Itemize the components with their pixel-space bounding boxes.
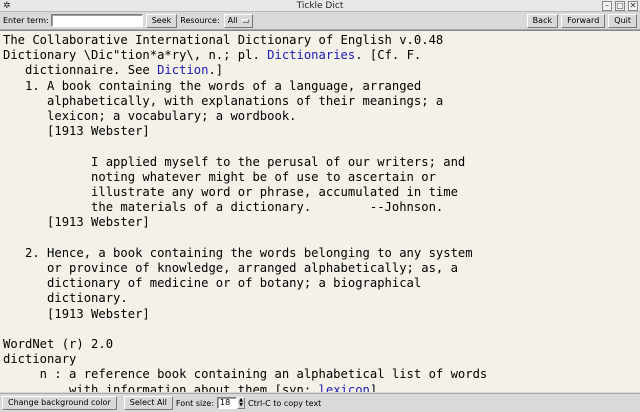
text-segment: Dictionary \Dic"tion*a*ry\, n.; pl.: [3, 48, 268, 63]
text-segment: 2. Hence, a book containing the words be…: [3, 245, 473, 260]
change-background-color-button[interactable]: Change background color: [2, 396, 117, 410]
dropdown-indicator-icon: [241, 18, 249, 23]
definition-text[interactable]: The Collaborative International Dictiona…: [0, 31, 640, 392]
font-size-spinbox[interactable]: 18 ▲ ▼: [217, 397, 246, 409]
font-size-label: Font size:: [175, 398, 215, 408]
text-line: or province of knowledge, arranged alpha…: [3, 261, 458, 275]
text-segment: The Collaborative International Dictiona…: [3, 33, 444, 47]
quit-button[interactable]: Quit: [608, 13, 637, 28]
cross-reference-link[interactable]: Diction: [157, 63, 208, 77]
text-segment: WordNet (r) 2.0: [3, 337, 114, 352]
text-segment: lexicon; a vocabulary; a wordbook.: [3, 109, 297, 124]
text-line: Dictionary \Dic"tion*a*ry\, n.; pl. Dict…: [3, 48, 421, 62]
resource-select[interactable]: All: [223, 13, 253, 28]
text-segment: or province of knowledge, arranged alpha…: [3, 261, 458, 276]
resource-label: Resource:: [180, 16, 220, 25]
definition-text-area[interactable]: The Collaborative International Dictiona…: [0, 30, 640, 392]
text-line: I applied myself to the perusal of our w…: [3, 155, 465, 169]
forward-button[interactable]: Forward: [561, 13, 606, 28]
window-menu-icon[interactable]: ✲: [3, 0, 11, 12]
text-line: dictionary.: [3, 291, 128, 305]
text-segment: with information about them [syn:: [3, 382, 319, 392]
text-line: WordNet (r) 2.0: [3, 337, 113, 351]
text-line: The Collaborative International Dictiona…: [3, 33, 443, 47]
text-segment: the materials of a dictionary. --Johnson…: [3, 200, 444, 215]
term-input[interactable]: [50, 14, 143, 27]
text-segment: dictionary.: [3, 291, 128, 306]
text-line: dictionary: [3, 352, 76, 366]
text-line: lexicon; a vocabulary; a wordbook.: [3, 109, 297, 124]
text-segment: noting whatever might be of use to ascer…: [3, 169, 436, 184]
copy-hint: Ctrl-C to copy text: [248, 398, 322, 408]
text-line: illustrate any word or phrase, accumulat…: [3, 185, 458, 199]
text-line: the materials of a dictionary. --Johnson…: [3, 200, 443, 214]
maximize-icon[interactable]: ▢: [615, 1, 625, 11]
statusbar: Change background color Select All Font …: [0, 393, 640, 412]
text-line: dictionnaire. See Diction.]: [3, 63, 223, 77]
text-segment: dictionnaire. See: [3, 63, 158, 78]
toolbar: Enter term: Seek Resource: All Back Forw…: [0, 12, 640, 30]
text-line: n : a reference book containing an alpha…: [3, 367, 488, 382]
seek-button[interactable]: Seek: [145, 13, 178, 28]
text-line: [1913 Webster]: [3, 307, 150, 321]
text-line: [1913 Webster]: [3, 215, 150, 229]
text-segment: illustrate any word or phrase, accumulat…: [3, 185, 458, 200]
text-line: [1913 Webster]: [3, 124, 150, 138]
text-segment: dictionary of medicine or of botany; a b…: [3, 276, 422, 291]
text-segment: ]: [369, 382, 378, 392]
window-titlebar[interactable]: ✲ Tickle Dict – ▢ ✕: [0, 0, 640, 12]
text-line: noting whatever might be of use to ascer…: [3, 170, 436, 184]
select-all-button[interactable]: Select All: [123, 396, 173, 410]
font-size-input[interactable]: 18: [217, 397, 238, 409]
text-segment: 1. A book containing the words of a lang…: [3, 78, 422, 93]
text-segment: [1913 Webster]: [3, 124, 150, 139]
text-segment: dictionary: [3, 352, 77, 367]
text-line: dictionary of medicine or of botany; a b…: [3, 276, 421, 290]
cross-reference-link[interactable]: Dictionaries: [267, 48, 355, 62]
text-segment: [1913 Webster]: [3, 306, 150, 321]
text-segment: . [Cf. F.: [355, 48, 422, 63]
text-line: with information about them [syn: lexico…: [3, 383, 377, 392]
text-segment: alphabetically, with explanations of the…: [3, 93, 444, 108]
text-segment: I applied myself to the perusal of our w…: [3, 154, 466, 169]
close-icon[interactable]: ✕: [628, 1, 638, 11]
text-segment: n : a reference book containing an alpha…: [3, 367, 488, 382]
text-segment: [1913 Webster]: [3, 215, 150, 230]
text-line: alphabetically, with explanations of the…: [3, 94, 443, 108]
text-line: 1. A book containing the words of a lang…: [3, 79, 421, 93]
back-button[interactable]: Back: [526, 13, 559, 28]
text-line: 2. Hence, a book containing the words be…: [3, 246, 473, 260]
text-segment: .]: [208, 63, 224, 78]
resource-select-value: All: [227, 15, 238, 25]
spin-down-icon[interactable]: ▼: [238, 403, 244, 408]
window-title: Tickle Dict: [296, 1, 344, 11]
minimize-icon[interactable]: –: [602, 1, 612, 11]
cross-reference-link[interactable]: lexicon: [319, 383, 370, 392]
enter-term-label: Enter term:: [3, 16, 49, 25]
font-size-arrows[interactable]: ▲ ▼: [237, 397, 246, 409]
window-controls: – ▢ ✕: [602, 1, 638, 11]
